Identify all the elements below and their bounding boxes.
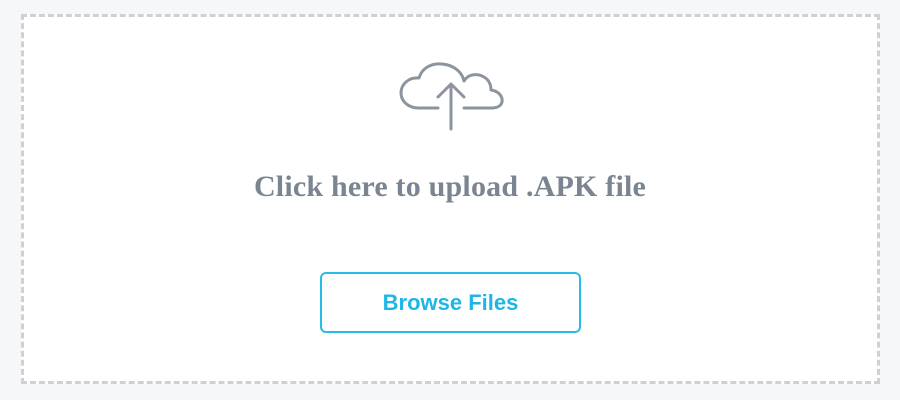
upload-prompt: Click here to upload .APK file bbox=[253, 170, 647, 203]
cloud-upload-icon bbox=[398, 61, 506, 133]
browse-files-button[interactable]: Browse Files bbox=[320, 272, 581, 333]
